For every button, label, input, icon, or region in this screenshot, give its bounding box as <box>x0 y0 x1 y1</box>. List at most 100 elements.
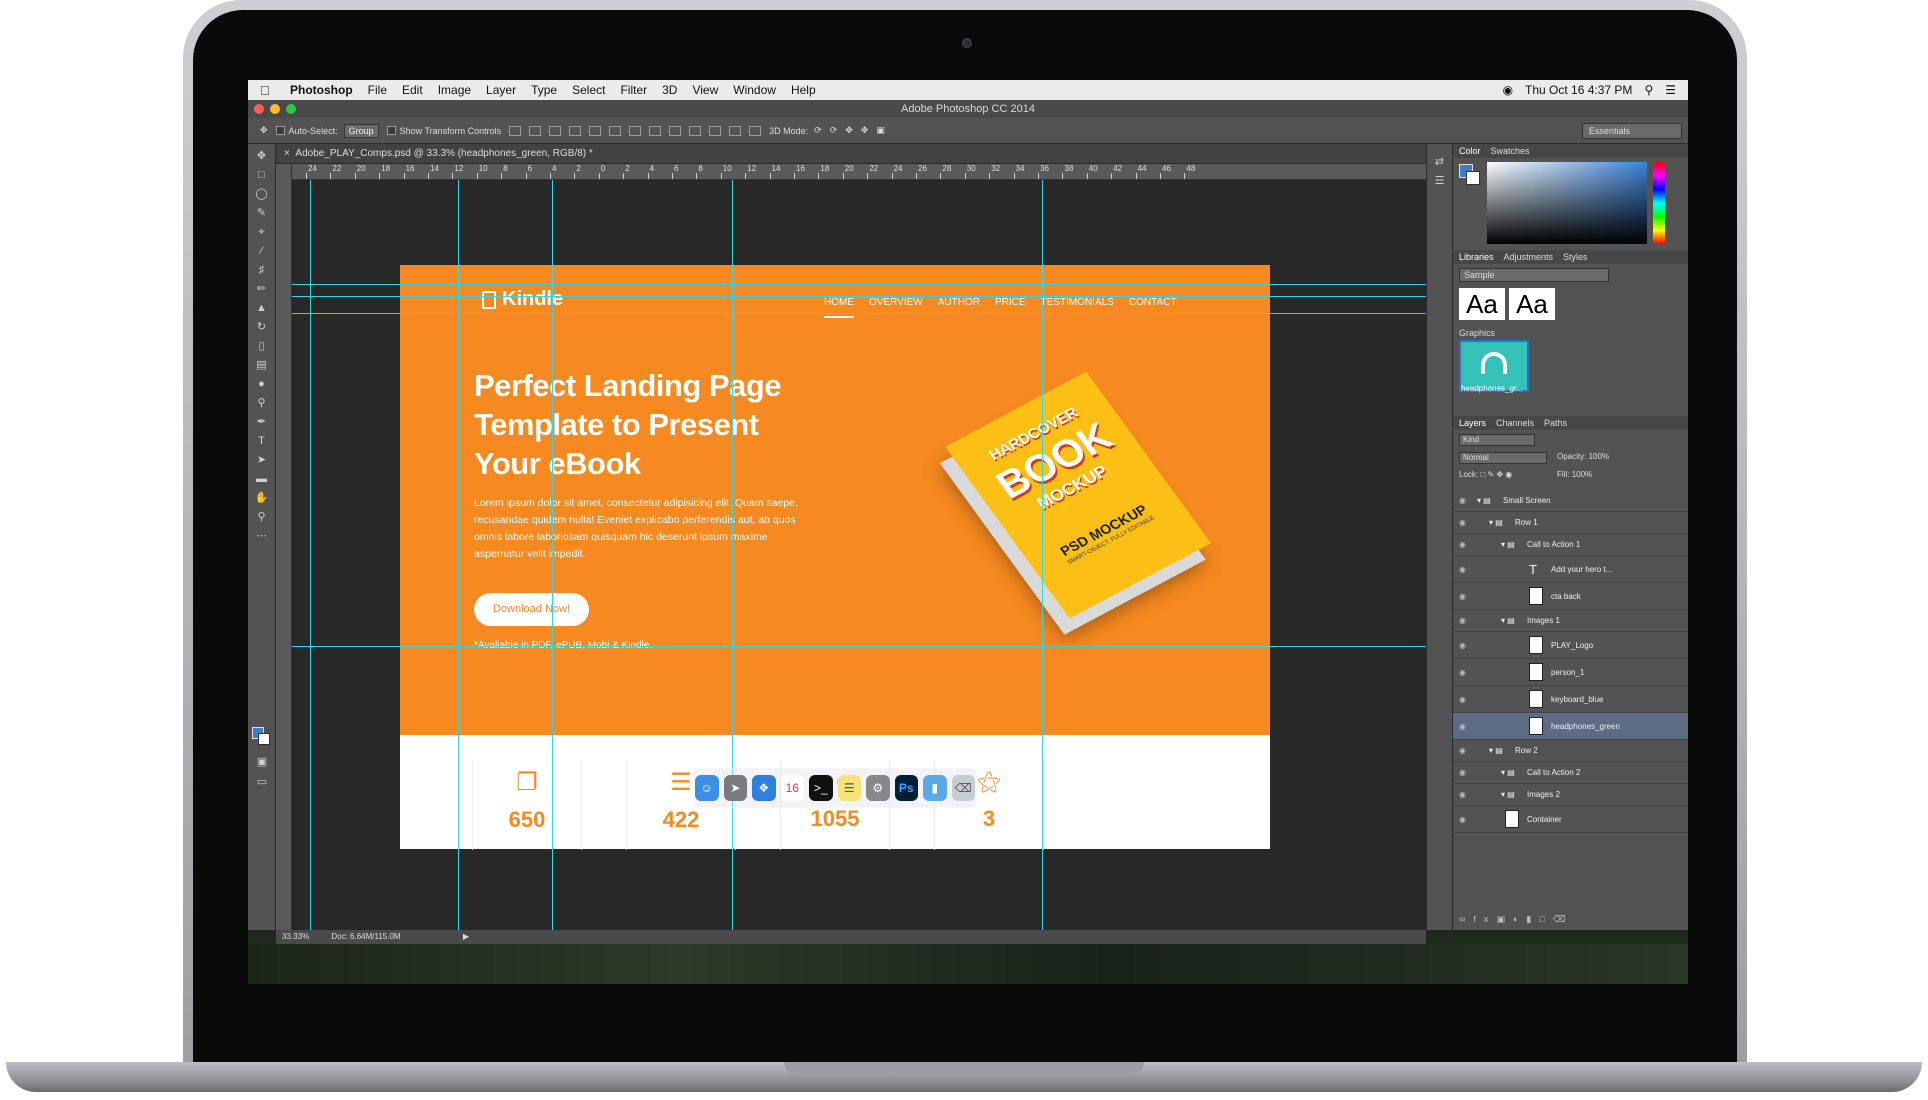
distribute-center-icon[interactable] <box>709 125 722 136</box>
link-layers-icon[interactable]: ∞ <box>1459 914 1473 924</box>
align-right-icon[interactable] <box>609 125 622 136</box>
dodge-icon[interactable]: ⚲ <box>255 397 269 409</box>
distribute-right-icon[interactable] <box>729 125 742 136</box>
guide-vertical[interactable] <box>552 180 553 930</box>
background-color-swatch[interactable] <box>258 733 270 745</box>
visibility-eye-icon[interactable]: ◉ <box>1459 610 1466 632</box>
close-doc-icon[interactable]: × <box>284 148 290 159</box>
folder-icon[interactable]: ▾ ▤ <box>1489 740 1503 762</box>
trash-icon[interactable]: ⌫ <box>951 775 975 801</box>
layer-row[interactable]: ◉ ▾ ▤ Row 2 <box>1453 740 1688 762</box>
screen-mode-icon[interactable]: ▭ <box>255 776 269 788</box>
visibility-eye-icon[interactable]: ◉ <box>1459 534 1466 556</box>
apple-icon[interactable]:  <box>260 83 276 98</box>
auto-align-icon[interactable] <box>749 125 762 136</box>
visibility-eye-icon[interactable]: ◉ <box>1459 713 1466 740</box>
visibility-eye-icon[interactable]: ◉ <box>1459 512 1466 534</box>
pen-icon[interactable]: ✒ <box>255 416 269 428</box>
tab-channels[interactable]: Channels <box>1496 416 1534 430</box>
guide-vertical[interactable] <box>1042 180 1043 930</box>
layer-row[interactable]: ◉ person_1 <box>1453 659 1688 686</box>
nav-testimonials[interactable]: TESTIMONIALS <box>1041 297 1114 318</box>
layer-row[interactable]: ◉ T Add your hero t... <box>1453 556 1688 583</box>
status-menu-icon[interactable]: ▶ <box>463 932 469 941</box>
align-middle-icon[interactable] <box>529 125 542 136</box>
guide-vertical[interactable] <box>732 180 733 930</box>
distribute-middle-icon[interactable] <box>649 125 662 136</box>
layer-row[interactable]: ◉ headphones_green <box>1453 713 1688 740</box>
move-icon[interactable]: ✥ <box>255 150 269 162</box>
align-bottom-icon[interactable] <box>549 125 562 136</box>
tab-color[interactable]: Color <box>1459 144 1481 158</box>
fill-value[interactable]: 100% <box>1572 470 1592 479</box>
menu-help[interactable]: Help <box>791 83 816 97</box>
nav-author[interactable]: AUTHOR <box>938 297 980 318</box>
visibility-eye-icon[interactable]: ◉ <box>1459 583 1466 610</box>
menu-select[interactable]: Select <box>572 83 605 97</box>
menubar-clock[interactable]: Thu Oct 16 4:37 PM <box>1525 83 1632 97</box>
tab-layers[interactable]: Layers <box>1459 416 1486 430</box>
align-left-icon[interactable] <box>569 125 582 136</box>
type-icon[interactable]: T <box>255 435 269 447</box>
folder-icon[interactable]: ▾ ▤ <box>1501 610 1515 632</box>
align-top-icon[interactable] <box>509 125 522 136</box>
visibility-eye-icon[interactable]: ◉ <box>1459 784 1466 806</box>
new-layer-icon[interactable]: □ <box>1539 914 1552 924</box>
shape-icon[interactable]: ▬ <box>255 473 269 485</box>
menu-window[interactable]: Window <box>733 83 776 97</box>
visibility-eye-icon[interactable]: ◉ <box>1459 740 1466 762</box>
layer-filter-dropdown[interactable]: Kind <box>1459 434 1535 446</box>
zoom-icon[interactable]: ⚲ <box>255 511 269 523</box>
path-select-icon[interactable]: ➤ <box>255 454 269 466</box>
character-style-sample[interactable]: Aa <box>1509 288 1555 320</box>
hue-slider[interactable] <box>1653 162 1665 244</box>
folder-icon[interactable]: ▾ ▤ <box>1489 512 1503 534</box>
properties-icon[interactable]: ☰ <box>1433 175 1447 187</box>
calendar-icon[interactable]: 16 <box>780 775 804 801</box>
align-center-icon[interactable] <box>589 125 602 136</box>
tab-libraries[interactable]: Libraries <box>1459 250 1494 264</box>
folder-icon[interactable]: ▮ <box>923 775 947 801</box>
hand-icon[interactable]: ✋ <box>255 492 269 504</box>
visibility-eye-icon[interactable]: ◉ <box>1459 556 1466 583</box>
character-style-sample[interactable]: Aa <box>1459 288 1505 320</box>
folder-icon[interactable]: ▾ ▤ <box>1501 762 1515 784</box>
menu-filter[interactable]: Filter <box>620 83 647 97</box>
minimize-window-icon[interactable] <box>270 104 280 114</box>
tab-styles[interactable]: Styles <box>1563 250 1588 264</box>
history-brush-icon[interactable]: ↻ <box>255 321 269 333</box>
blend-mode-dropdown[interactable]: Normal <box>1459 452 1547 464</box>
lasso-icon[interactable]: ◯ <box>255 188 269 200</box>
stamp-icon[interactable]: ▲ <box>255 302 269 314</box>
crop-icon[interactable]: ⌖ <box>255 226 269 238</box>
adjustment-icon[interactable]: ◐ <box>1513 914 1526 924</box>
more-tools-icon[interactable]: ⋯ <box>255 530 269 542</box>
new-group-icon[interactable]: ▮ <box>1526 914 1539 924</box>
folder-icon[interactable]: ▾ ▤ <box>1501 534 1515 556</box>
document-tab[interactable]: × Adobe_PLAY_Comps.psd @ 33.3% (headphon… <box>276 144 1426 164</box>
download-button[interactable]: Download Now! <box>474 593 589 626</box>
fx-icon[interactable]: fx <box>1473 914 1496 924</box>
notes-icon[interactable]: ☰ <box>837 775 861 801</box>
folder-icon[interactable]: ▾ ▤ <box>1501 784 1515 806</box>
mask-icon[interactable]: ▣ <box>1496 914 1513 924</box>
guide-vertical[interactable] <box>458 180 459 930</box>
3d-mode-icons[interactable]: ⟳⟳✥✥▣ <box>814 125 893 136</box>
guide-horizontal[interactable] <box>292 313 1426 314</box>
nav-home[interactable]: HOME <box>824 297 854 318</box>
notification-center-icon[interactable]: ☰ <box>1665 83 1676 97</box>
blur-icon[interactable]: ● <box>255 378 269 390</box>
quick-select-icon[interactable]: ✎ <box>255 207 269 219</box>
quick-mask-icon[interactable]: ▣ <box>255 756 269 768</box>
visibility-eye-icon[interactable]: ◉ <box>1459 806 1466 833</box>
guide-horizontal[interactable] <box>292 284 1426 285</box>
fill-control[interactable]: Fill: 100% <box>1557 470 1592 479</box>
gradient-icon[interactable]: ▤ <box>255 359 269 371</box>
close-window-icon[interactable] <box>254 104 264 114</box>
auto-select-dropdown[interactable]: Group <box>343 123 379 138</box>
color-picker-field[interactable] <box>1487 162 1647 244</box>
tab-swatches[interactable]: Swatches <box>1491 144 1530 158</box>
visibility-eye-icon[interactable]: ◉ <box>1459 490 1466 512</box>
visibility-eye-icon[interactable]: ◉ <box>1459 632 1466 659</box>
show-transform-checkbox[interactable] <box>386 126 396 135</box>
